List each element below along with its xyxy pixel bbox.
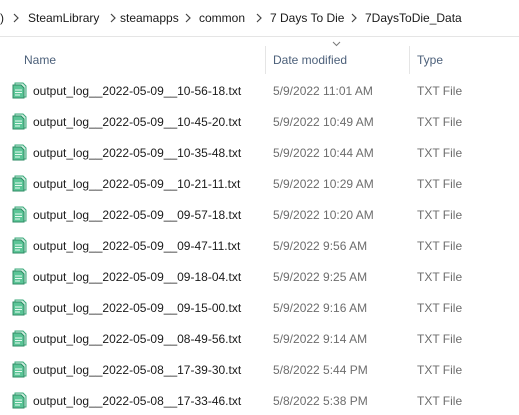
column-header-date-modified[interactable]: Date modified <box>266 42 409 76</box>
chevron-right-icon[interactable] <box>184 12 192 24</box>
breadcrumb-item-steamlibrary[interactable]: SteamLibrary <box>28 11 99 25</box>
chevron-right-icon[interactable] <box>109 12 117 24</box>
notepad-file-icon <box>12 113 27 130</box>
file-type: TXT File <box>417 332 463 346</box>
breadcrumb-item-7daystodie-data[interactable]: 7DaysToDie_Data <box>365 11 462 25</box>
file-date-modified: 5/8/2022 5:38 PM <box>273 394 368 408</box>
file-row[interactable]: output_log__2022-05-09__08-49-56.txt 5/9/… <box>0 324 519 355</box>
file-date-modified: 5/9/2022 10:44 AM <box>273 146 374 160</box>
file-name[interactable]: output_log__2022-05-08__17-39-30.txt <box>33 363 241 377</box>
chevron-right-icon[interactable] <box>12 12 20 24</box>
file-list: output_log__2022-05-09__10-56-18.txt 5/9/… <box>0 76 519 415</box>
file-name[interactable]: output_log__2022-05-08__17-33-46.txt <box>33 394 241 408</box>
notepad-file-icon <box>12 237 27 254</box>
breadcrumb-truncated-part[interactable]: ) <box>0 11 4 25</box>
column-header-date-modified-label: Date modified <box>273 53 348 67</box>
file-row[interactable]: output_log__2022-05-09__09-18-04.txt 5/9/… <box>0 262 519 293</box>
file-row[interactable]: output_log__2022-05-08__17-39-30.txt 5/8/… <box>0 355 519 386</box>
file-row[interactable]: output_log__2022-05-09__10-56-18.txt 5/9/… <box>0 76 519 107</box>
column-header-name[interactable]: Name <box>0 42 264 76</box>
notepad-file-icon <box>12 299 27 316</box>
file-name[interactable]: output_log__2022-05-09__10-56-18.txt <box>33 84 241 98</box>
file-row[interactable]: output_log__2022-05-09__10-21-11.txt 5/9/… <box>0 169 519 200</box>
notepad-file-icon <box>12 392 27 409</box>
file-name[interactable]: output_log__2022-05-09__09-15-00.txt <box>33 301 241 315</box>
column-header-type[interactable]: Type <box>410 42 519 76</box>
file-date-modified: 5/9/2022 9:16 AM <box>273 301 368 315</box>
breadcrumb-item-steamapps[interactable]: steamapps <box>120 11 179 25</box>
notepad-file-icon <box>12 268 27 285</box>
file-explorer-window: ) SteamLibrary steamapps common 7 Days T… <box>0 0 519 415</box>
file-type: TXT File <box>417 177 463 191</box>
file-name[interactable]: output_log__2022-05-09__10-21-11.txt <box>33 177 240 191</box>
file-type: TXT File <box>417 363 463 377</box>
file-row[interactable]: output_log__2022-05-09__10-45-20.txt 5/9/… <box>0 107 519 138</box>
file-name[interactable]: output_log__2022-05-09__10-45-20.txt <box>33 115 241 129</box>
breadcrumb-item-common[interactable]: common <box>199 11 245 25</box>
column-header-type-label: Type <box>417 53 444 67</box>
file-date-modified: 5/9/2022 9:14 AM <box>273 332 368 346</box>
notepad-file-icon <box>12 144 27 161</box>
address-breadcrumb[interactable]: ) SteamLibrary steamapps common 7 Days T… <box>0 0 519 37</box>
breadcrumb-item-7-days-to-die[interactable]: 7 Days To Die <box>270 11 344 25</box>
column-header-name-label: Name <box>24 53 57 67</box>
file-row[interactable]: output_log__2022-05-09__09-15-00.txt 5/9/… <box>0 293 519 324</box>
file-name[interactable]: output_log__2022-05-09__10-35-48.txt <box>33 146 241 160</box>
file-row[interactable]: output_log__2022-05-09__10-35-48.txt 5/9/… <box>0 138 519 169</box>
file-name[interactable]: output_log__2022-05-09__09-57-18.txt <box>33 208 241 222</box>
notepad-file-icon <box>12 361 27 378</box>
file-date-modified: 5/9/2022 10:29 AM <box>273 177 374 191</box>
file-name[interactable]: output_log__2022-05-09__09-18-04.txt <box>33 270 241 284</box>
chevron-right-icon[interactable] <box>255 12 263 24</box>
file-type: TXT File <box>417 84 463 98</box>
file-date-modified: 5/8/2022 5:44 PM <box>273 363 368 377</box>
file-row[interactable]: output_log__2022-05-09__09-57-18.txt 5/9/… <box>0 200 519 231</box>
file-type: TXT File <box>417 146 463 160</box>
file-type: TXT File <box>417 301 463 315</box>
file-row[interactable]: output_log__2022-05-09__09-47-11.txt 5/9/… <box>0 231 519 262</box>
file-date-modified: 5/9/2022 9:56 AM <box>273 239 368 253</box>
file-type: TXT File <box>417 239 463 253</box>
notepad-file-icon <box>12 82 27 99</box>
file-type: TXT File <box>417 208 463 222</box>
file-type: TXT File <box>417 115 463 129</box>
notepad-file-icon <box>12 206 27 223</box>
file-name[interactable]: output_log__2022-05-09__09-47-11.txt <box>33 239 240 253</box>
file-type: TXT File <box>417 270 463 284</box>
notepad-file-icon <box>12 330 27 347</box>
chevron-right-icon[interactable] <box>350 12 358 24</box>
file-date-modified: 5/9/2022 9:25 AM <box>273 270 368 284</box>
file-row[interactable]: output_log__2022-05-08__17-33-46.txt 5/8/… <box>0 386 519 415</box>
file-date-modified: 5/9/2022 10:49 AM <box>273 115 374 129</box>
file-date-modified: 5/9/2022 10:20 AM <box>273 208 374 222</box>
file-type: TXT File <box>417 394 463 408</box>
notepad-file-icon <box>12 175 27 192</box>
file-name[interactable]: output_log__2022-05-09__08-49-56.txt <box>33 332 241 346</box>
file-date-modified: 5/9/2022 11:01 AM <box>273 84 373 98</box>
